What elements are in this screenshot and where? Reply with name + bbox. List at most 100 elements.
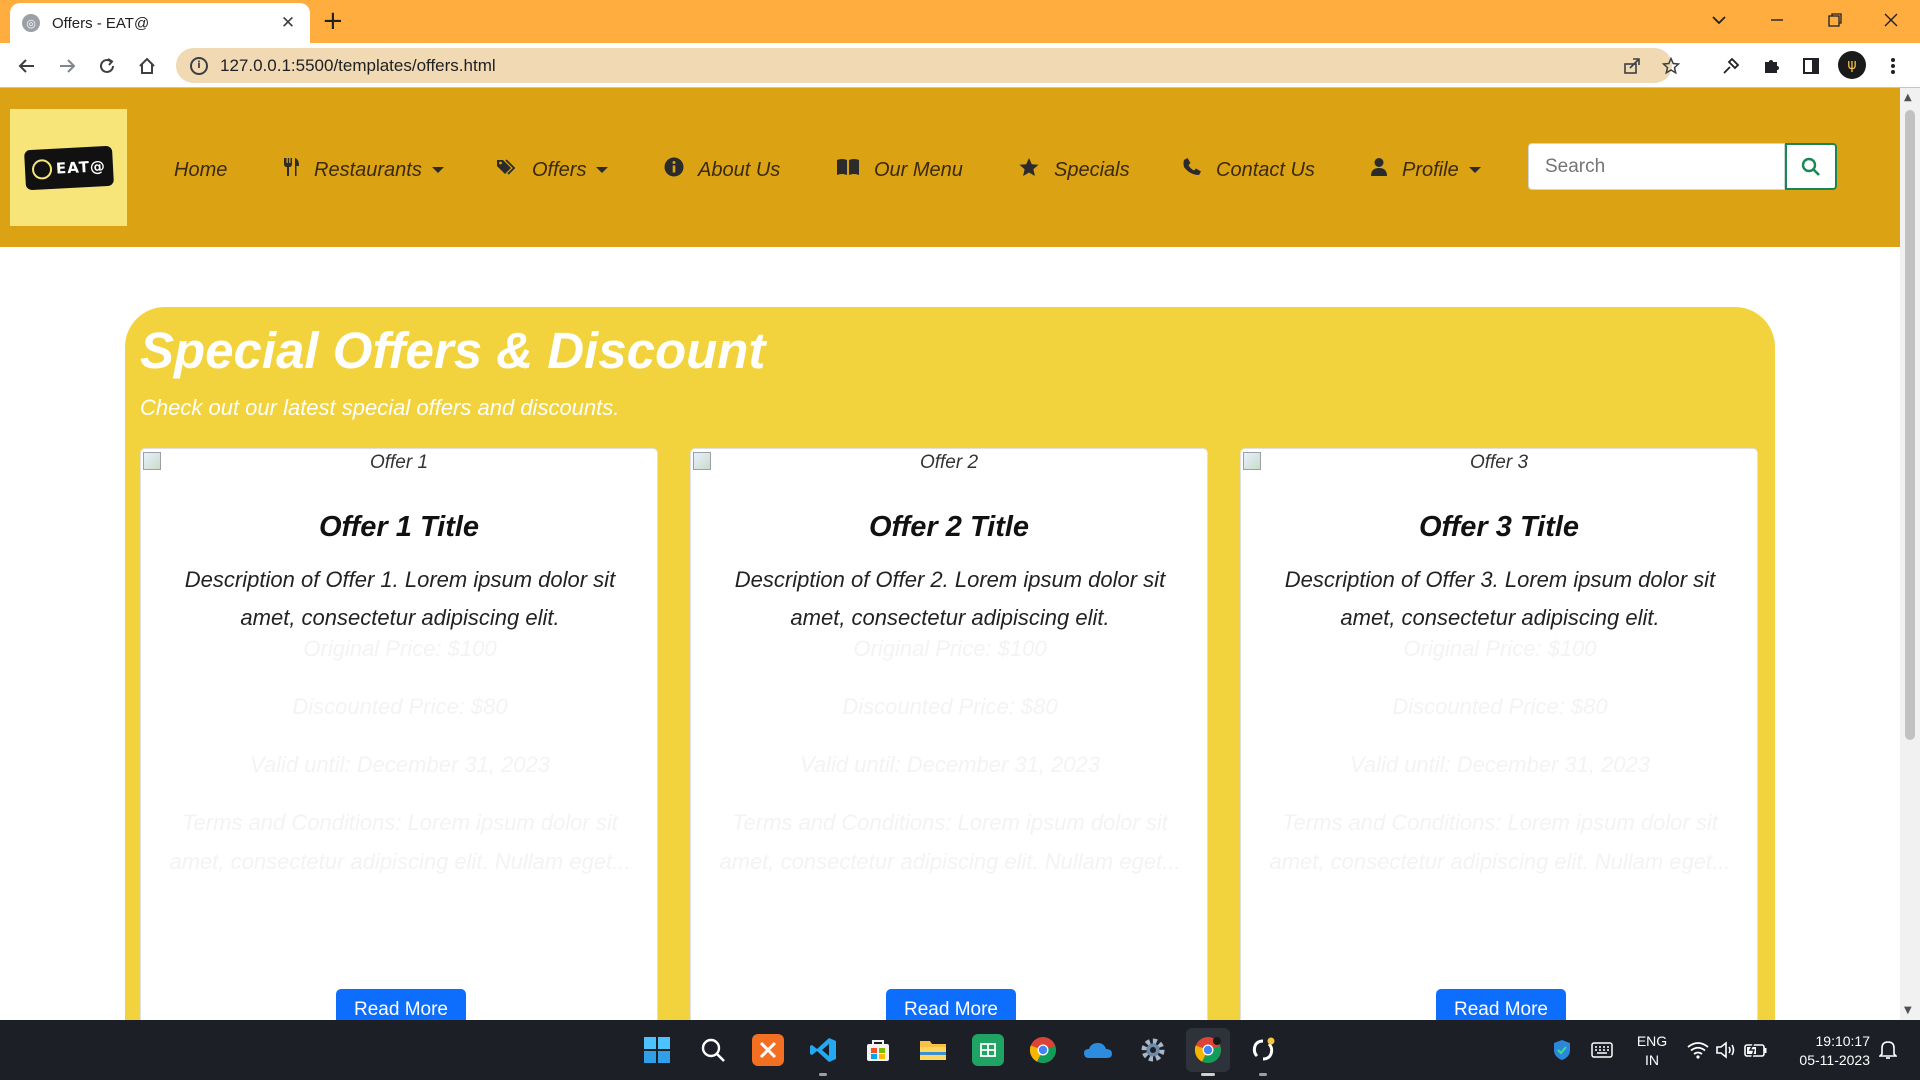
read-more-button[interactable]: Read More bbox=[336, 989, 466, 1020]
profile-avatar[interactable]: ψ bbox=[1838, 51, 1866, 79]
site-search-button[interactable] bbox=[1785, 143, 1837, 190]
language-code: ENG bbox=[1636, 1033, 1668, 1049]
clock-time: 19:10:17 bbox=[1815, 1033, 1871, 1049]
tab-search-icon[interactable] bbox=[1690, 0, 1748, 40]
side-panel-icon[interactable] bbox=[1796, 51, 1826, 81]
offer-image-alt: Offer 1 bbox=[369, 452, 429, 473]
nav-home-label: Home bbox=[174, 158, 228, 181]
chrome-menu-icon[interactable] bbox=[1878, 51, 1908, 81]
phone-icon bbox=[1182, 157, 1202, 183]
address-bar[interactable]: i 127.0.0.1:5500/templates/offers.html bbox=[176, 48, 1680, 83]
vscode-running-indicator bbox=[819, 1073, 827, 1076]
offer-valid-until: Valid until: December 31, 2023 bbox=[799, 752, 1101, 777]
restore-window-button[interactable] bbox=[1806, 0, 1864, 40]
tab-title: Offers - EAT@ bbox=[52, 14, 150, 32]
caret-down-icon bbox=[431, 167, 444, 173]
extensions-puzzle-icon[interactable] bbox=[1756, 51, 1786, 81]
github-running-indicator bbox=[1259, 1073, 1267, 1076]
settings-gear-icon[interactable] bbox=[1137, 1034, 1169, 1066]
site-logo[interactable]: EAT@ bbox=[10, 109, 127, 226]
vscode-icon[interactable] bbox=[807, 1034, 839, 1066]
forward-arrow-icon[interactable] bbox=[50, 49, 84, 83]
address-url: 127.0.0.1:5500/templates/offers.html bbox=[220, 55, 496, 75]
offer-discounted-price: Discounted Price: $80 bbox=[1392, 694, 1608, 719]
home-icon[interactable] bbox=[130, 49, 164, 83]
scrollbar-thumb[interactable] bbox=[1905, 110, 1915, 740]
offers-subtitle: Check out our latest special offers and … bbox=[140, 395, 620, 420]
nav-contact[interactable]: Contact Us bbox=[1182, 155, 1315, 185]
logo-text: EAT@ bbox=[55, 156, 106, 178]
file-explorer-icon[interactable] bbox=[917, 1034, 949, 1066]
google-sheets-icon[interactable] bbox=[972, 1034, 1004, 1066]
nav-specials-label: Specials bbox=[1054, 158, 1130, 181]
security-shield-icon[interactable] bbox=[1546, 1034, 1578, 1066]
close-tab-icon[interactable]: ✕ bbox=[278, 13, 298, 33]
read-more-button[interactable]: Read More bbox=[886, 989, 1016, 1020]
nav-profile[interactable]: Profile bbox=[1370, 155, 1481, 185]
nav-menu[interactable]: Our Menu bbox=[836, 155, 963, 185]
offer-discounted-price: Discounted Price: $80 bbox=[292, 694, 508, 719]
minimize-window-button[interactable] bbox=[1748, 0, 1806, 40]
offer-description: Description of Offer 2. Lorem ipsum dolo… bbox=[734, 567, 1166, 630]
offer-original-price: Original Price: $100 bbox=[1403, 636, 1597, 661]
offers-title: Special Offers & Discount bbox=[140, 322, 766, 379]
site-search-input[interactable] bbox=[1528, 143, 1785, 190]
nav-about-label: About Us bbox=[698, 158, 781, 181]
offer-card: Offer 3 Offer 3 Title Description of Off… bbox=[1240, 448, 1758, 1020]
new-tab-button[interactable]: + bbox=[322, 6, 344, 36]
xampp-icon[interactable] bbox=[752, 1034, 784, 1066]
browser-toolbar: i 127.0.0.1:5500/templates/offers.html ψ bbox=[0, 43, 1920, 88]
keyboard-icon[interactable] bbox=[1586, 1034, 1618, 1066]
offer-terms: Terms and Conditions: Lorem ipsum dolor … bbox=[1269, 810, 1731, 874]
offers-section: Special Offers & Discount Check out our … bbox=[125, 307, 1775, 1020]
nav-restaurants-label: Restaurants bbox=[314, 158, 422, 181]
nav-contact-label: Contact Us bbox=[1216, 158, 1315, 181]
logo-ring-icon bbox=[31, 158, 53, 180]
star-icon bbox=[1018, 157, 1040, 184]
onedrive-icon[interactable] bbox=[1082, 1034, 1114, 1066]
web-page: EAT@ Home Restaurants Offers About Us Ou… bbox=[0, 88, 1900, 1020]
nav-profile-label: Profile bbox=[1402, 158, 1459, 181]
nav-about[interactable]: About Us bbox=[664, 155, 780, 185]
bookmark-star-icon[interactable] bbox=[1662, 48, 1680, 83]
notification-bell-icon[interactable] bbox=[1872, 1034, 1904, 1066]
offer-description: Description of Offer 1. Lorem ipsum dolo… bbox=[184, 567, 616, 630]
globe-icon: ◎ bbox=[22, 14, 40, 32]
chrome-icon[interactable] bbox=[1027, 1034, 1059, 1066]
nav-offers[interactable]: Offers bbox=[496, 155, 609, 185]
page-scrollbar[interactable]: ▲ ▼ bbox=[1900, 88, 1920, 1020]
windows-start-icon[interactable] bbox=[641, 1034, 673, 1066]
nav-home[interactable]: Home bbox=[174, 155, 227, 185]
scroll-down-arrow-icon[interactable]: ▼ bbox=[1904, 1005, 1912, 1016]
volume-icon[interactable] bbox=[1710, 1034, 1742, 1066]
info-circle-icon bbox=[664, 157, 684, 183]
read-more-button[interactable]: Read More bbox=[1436, 989, 1566, 1020]
chrome-profile-icon[interactable] bbox=[1192, 1034, 1224, 1066]
back-arrow-icon[interactable] bbox=[10, 49, 44, 83]
microsoft-store-icon[interactable] bbox=[862, 1034, 894, 1066]
reload-icon[interactable] bbox=[90, 49, 124, 83]
close-window-button[interactable] bbox=[1862, 0, 1920, 40]
nav-offers-label: Offers bbox=[532, 158, 587, 181]
language-indicator[interactable]: ENG IN bbox=[1632, 1032, 1672, 1070]
system-clock[interactable]: 19:10:17 05-11-2023 bbox=[1780, 1032, 1870, 1070]
nav-specials[interactable]: Specials bbox=[1018, 155, 1130, 185]
offer-original-price: Original Price: $100 bbox=[303, 636, 497, 661]
extension-brush-icon[interactable] bbox=[1716, 51, 1746, 81]
nav-menu-label: Our Menu bbox=[874, 158, 963, 181]
search-icon[interactable] bbox=[697, 1034, 729, 1066]
nav-restaurants[interactable]: Restaurants bbox=[282, 155, 444, 185]
github-desktop-icon[interactable] bbox=[1247, 1034, 1279, 1066]
browser-tab[interactable]: ◎ Offers - EAT@ ✕ bbox=[10, 3, 310, 43]
offer-title: Offer 2 Title bbox=[868, 511, 1030, 543]
battery-icon[interactable] bbox=[1740, 1034, 1772, 1066]
tags-icon bbox=[496, 158, 518, 182]
site-info-icon[interactable]: i bbox=[190, 56, 208, 75]
clock-date: 05-11-2023 bbox=[1799, 1052, 1870, 1068]
book-open-icon bbox=[836, 158, 860, 182]
offer-discounted-price: Discounted Price: $80 bbox=[842, 694, 1058, 719]
scroll-up-arrow-icon[interactable]: ▲ bbox=[1904, 92, 1912, 103]
windows-taskbar: ENG IN 19:10:17 05-11-2023 bbox=[0, 1020, 1920, 1080]
offer-terms: Terms and Conditions: Lorem ipsum dolor … bbox=[719, 810, 1181, 874]
share-icon[interactable] bbox=[1623, 48, 1641, 83]
